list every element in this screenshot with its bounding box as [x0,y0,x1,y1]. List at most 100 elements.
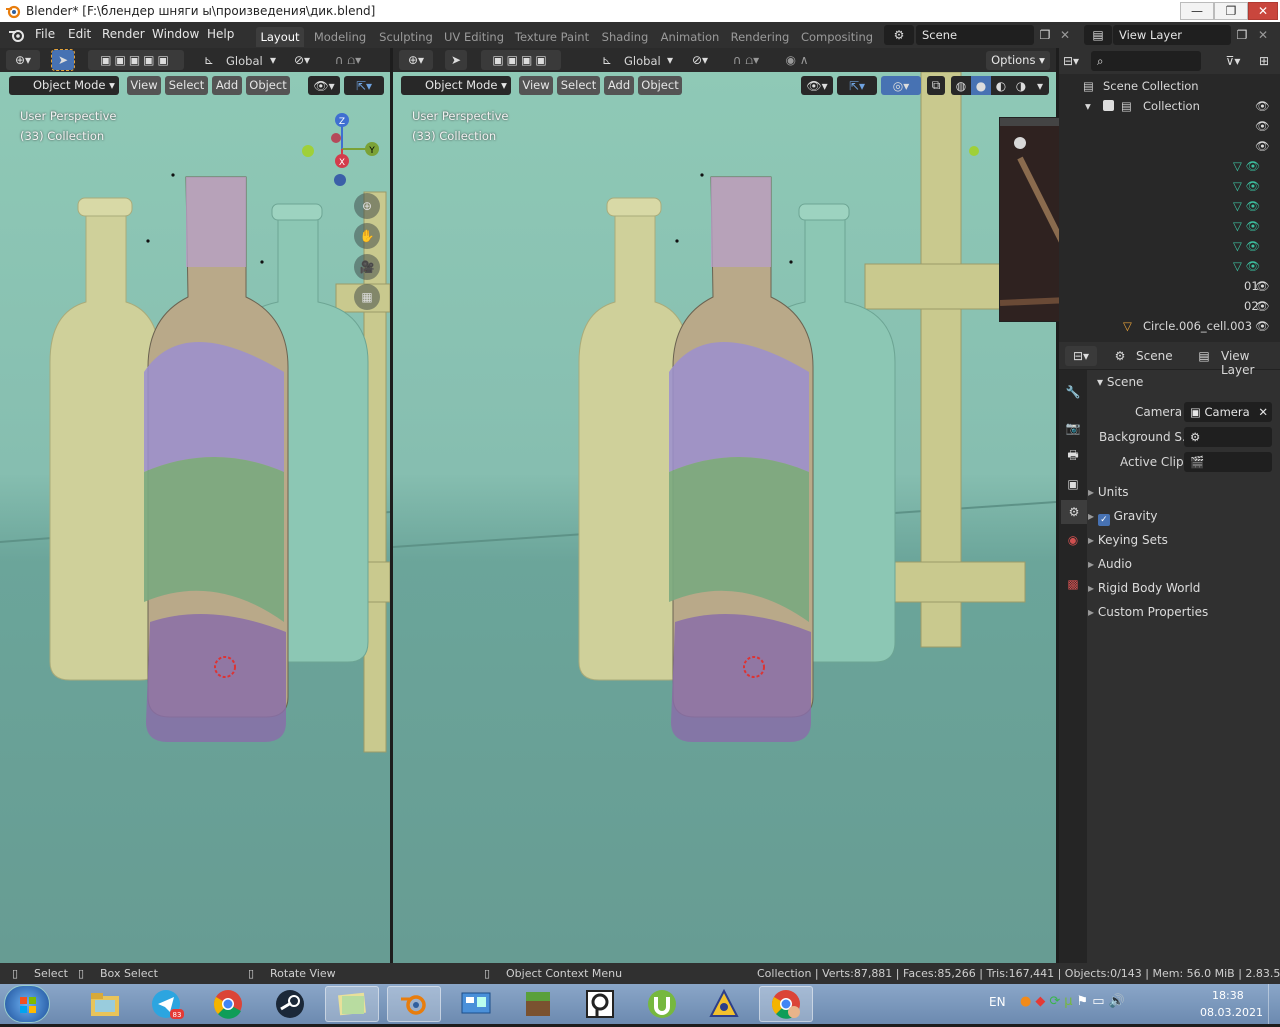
show-desktop-button[interactable] [1268,984,1280,1024]
output-tab-icon[interactable]: 🖶 [1061,444,1085,468]
tray-volume-icon[interactable]: 🔊 [1108,994,1124,1014]
orientation-dropdown-icon[interactable]: ▾ [266,50,280,70]
minecraft-taskbar-icon[interactable] [511,986,565,1022]
clock-time[interactable]: 18:38 [1212,989,1244,1002]
proportional-editing-icon[interactable]: ◉ ∧ [777,50,817,70]
close-window-button[interactable]: ✕ [1248,2,1278,20]
right-select-tool-icon[interactable]: ➤ [445,50,467,70]
world-tab-icon[interactable]: ◉ [1061,528,1085,552]
outliner-row-item-01[interactable]: 01 👁 [1059,276,1280,296]
left-select-menu[interactable]: Select [165,76,208,95]
menu-help[interactable]: Help [207,27,234,41]
scene-name-field[interactable]: Scene [916,25,1034,45]
tray-sync-icon[interactable]: ⟳ [1049,994,1060,1014]
properties-view-layer-name[interactable]: View Layer [1221,349,1280,377]
snapping-icon[interactable]: ∩ ⩍▾ [322,50,374,70]
menu-window[interactable]: Window [152,27,199,41]
right-object-menu[interactable]: Object [638,76,682,95]
right-snapping-icon[interactable]: ∩ ⩍▾ [720,50,772,70]
right-orientation-value[interactable]: Global [624,54,661,68]
stalker-taskbar-icon[interactable] [697,986,751,1022]
menu-file[interactable]: File [35,27,55,41]
gravity-checkbox[interactable]: ✓ [1097,514,1110,526]
new-collection-icon[interactable]: ⊞ [1252,51,1276,71]
left-object-menu[interactable]: Object [246,76,290,95]
visibility-eye-icon[interactable]: ▽ 👁 [1233,176,1277,196]
perspective-grid-icon[interactable]: ▦ [354,284,380,310]
render-tab-icon[interactable]: 📷 [1061,416,1085,440]
properties-scene-name[interactable]: Scene [1136,349,1173,363]
view-layer-tab-icon[interactable]: ▣ [1061,472,1085,496]
right-select-menu[interactable]: Select [557,76,600,95]
solid-shading-icon[interactable]: ● [971,76,991,95]
right-editor-type-icon[interactable]: ⊕▾ [399,50,433,70]
navigation-gizmo[interactable]: Z Y X [300,112,384,188]
outliner-row-circle-cell[interactable]: ▽ Circle.006_cell.003 👁 [1059,316,1280,336]
right-gizmo-toggle-icon[interactable]: ⇱▾ [837,76,877,95]
visibility-eye-icon[interactable]: ▽ 👁 [1233,216,1277,236]
tray-app-icon[interactable]: ● [1020,994,1031,1014]
maximize-button[interactable]: ❐ [1214,2,1248,20]
pivot-point-icon[interactable]: ⊘▾ [287,50,317,70]
language-indicator[interactable]: EN [989,995,1006,1009]
camera-field[interactable]: ▣ Camera ✕ [1184,402,1272,422]
outliner-editor-type-icon[interactable]: ⊟▾ [1061,51,1081,71]
tool-tab-icon[interactable]: 🔧 [1061,380,1085,404]
tab-uv-editing[interactable]: UV Editing [442,27,506,47]
subpanel-units[interactable]: ▸ Units [1088,481,1276,503]
right-mode-dropdown[interactable]: Object Mode ▾ [401,76,511,95]
tab-compositing[interactable]: Compositing [799,27,875,47]
material-shading-icon[interactable]: ◐ [991,76,1011,95]
menu-edit[interactable]: Edit [68,27,91,41]
telegram-taskbar-icon[interactable]: 83 [140,986,194,1022]
visibility-eye-icon[interactable]: ▽ 👁 [1233,156,1277,176]
tray-flag-icon[interactable]: ◆ [1035,994,1045,1014]
tray-action-center-icon[interactable]: ⚑ [1077,994,1089,1014]
left-gizmo-toggle-icon[interactable]: ⇱▾ [344,76,384,95]
start-button[interactable] [4,985,50,1023]
new-view-layer-icon[interactable]: ❐ [1233,25,1251,45]
transform-orientation-icon[interactable]: ⊾ [200,50,218,70]
tab-modeling[interactable]: Modeling [311,27,369,47]
left-visibility-icon[interactable]: 👁▾ [308,76,340,95]
left-view-menu[interactable]: View [127,76,161,95]
visibility-eye-icon[interactable]: 👁 [1233,116,1277,136]
subpanel-keying-sets[interactable]: ▸ Keying Sets [1088,529,1276,551]
visibility-eye-icon[interactable]: ▽ 👁 [1233,236,1277,256]
xray-toggle-icon[interactable]: ⧉ [927,76,945,95]
visibility-eye-icon[interactable]: 👁 [1233,136,1277,156]
wireframe-shading-icon[interactable]: ◍ [951,76,971,95]
delete-view-layer-icon[interactable]: ✕ [1254,25,1272,45]
properties-editor-type-icon[interactable]: ⊟▾ [1065,346,1097,366]
tab-shading[interactable]: Shading [598,27,652,47]
right-selection-mode-icons[interactable]: ▣▣▣▣ [481,50,561,70]
pan-hand-icon[interactable]: ✋ [354,223,380,249]
zoom-icon[interactable]: ⊕ [354,193,380,219]
right-add-menu[interactable]: Add [604,76,634,95]
steam-taskbar-icon[interactable] [263,986,317,1022]
chrome-taskbar-icon[interactable] [201,986,255,1022]
collapse-icon[interactable]: ▾ [1085,96,1091,116]
control-panel-taskbar-icon[interactable] [449,986,503,1022]
right-view-menu[interactable]: View [519,76,553,95]
outliner-row-collection[interactable]: ▾ ▤ Collection 👁 [1059,96,1280,116]
outliner-row-item-02[interactable]: 02 👁 [1059,296,1280,316]
clock-date[interactable]: 08.03.2021 [1200,1006,1263,1019]
left-viewport[interactable]: Object Mode ▾ View Select Add Object 👁▾ … [0,72,390,963]
options-dropdown[interactable]: Options ▾ [986,51,1050,70]
outliner-filter-icon[interactable]: ⊽▾ [1219,51,1247,71]
visibility-eye-icon[interactable]: ▽ 👁 [1233,196,1277,216]
subpanel-gravity[interactable]: ▸ ✓ Gravity [1088,505,1276,527]
tray-utorrent-icon[interactable]: µ [1064,994,1072,1014]
menu-render[interactable]: Render [102,27,145,41]
tab-texture-paint[interactable]: Texture Paint [513,27,591,47]
explorer-taskbar-icon[interactable] [78,986,132,1022]
chrome-profile-taskbar-icon[interactable] [759,986,813,1022]
notes-taskbar-icon[interactable] [325,986,379,1022]
left-add-menu[interactable]: Add [212,76,242,95]
visibility-eye-icon[interactable]: 👁 [1255,276,1270,296]
right-visibility-icon[interactable]: 👁▾ [801,76,833,95]
visibility-eye-icon[interactable]: 👁 [1255,316,1270,336]
subpanel-rigid-body-world[interactable]: ▸ Rigid Body World [1088,577,1276,599]
tab-layout[interactable]: Layout [256,27,304,47]
